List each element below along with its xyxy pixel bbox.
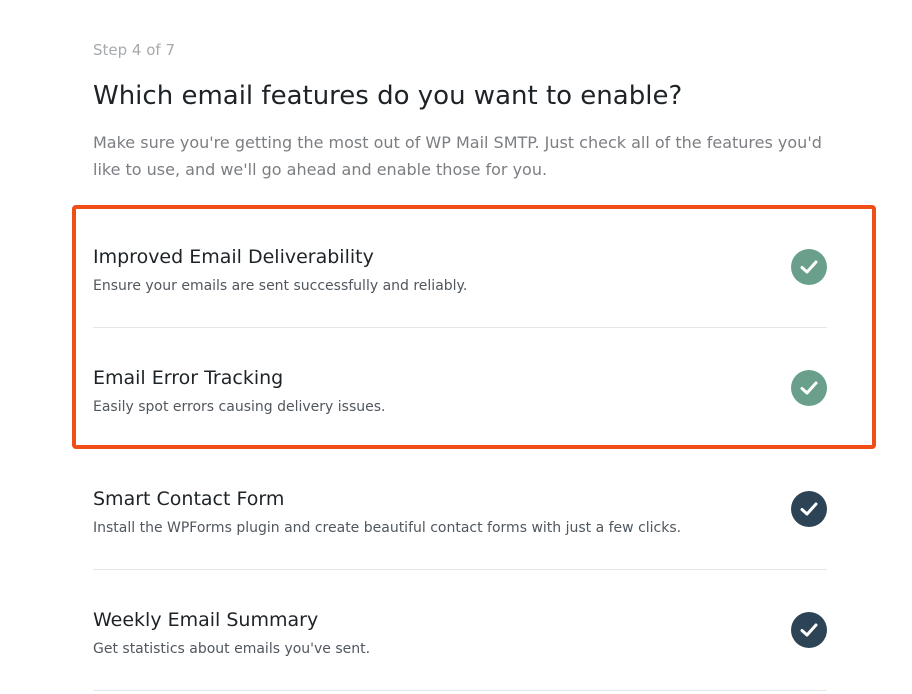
feature-description: Install the WPForms plugin and create be… [93,520,682,536]
feature-title: Email Error Tracking [93,367,284,389]
feature-description: Get statistics about emails you've sent. [93,641,371,657]
check-circle-icon[interactable] [791,612,827,648]
setup-wizard-page: Step 4 of 7 Which email features do you … [0,0,912,694]
check-circle-icon[interactable] [791,249,827,285]
feature-row-improved-email-deliverability[interactable]: Improved Email Deliverability Ensure you… [93,207,827,328]
check-circle-icon[interactable] [791,491,827,527]
feature-row-email-error-tracking[interactable]: Email Error Tracking Easily spot errors … [93,328,827,449]
feature-description: Easily spot errors causing delivery issu… [93,399,386,415]
feature-row-weekly-email-summary[interactable]: Weekly Email Summary Get statistics abou… [93,570,827,691]
check-circle-icon[interactable] [791,370,827,406]
feature-row-smart-contact-form[interactable]: Smart Contact Form Install the WPForms p… [93,449,827,570]
feature-title: Improved Email Deliverability [93,246,374,268]
feature-title: Smart Contact Form [93,488,285,510]
feature-title: Weekly Email Summary [93,609,319,631]
page-description: Make sure you're getting the most out of… [93,133,822,179]
feature-description: Ensure your emails are sent successfully… [93,278,468,294]
page-title: Which email features do you want to enab… [93,81,683,111]
step-indicator: Step 4 of 7 [93,41,176,59]
divider [93,690,827,691]
